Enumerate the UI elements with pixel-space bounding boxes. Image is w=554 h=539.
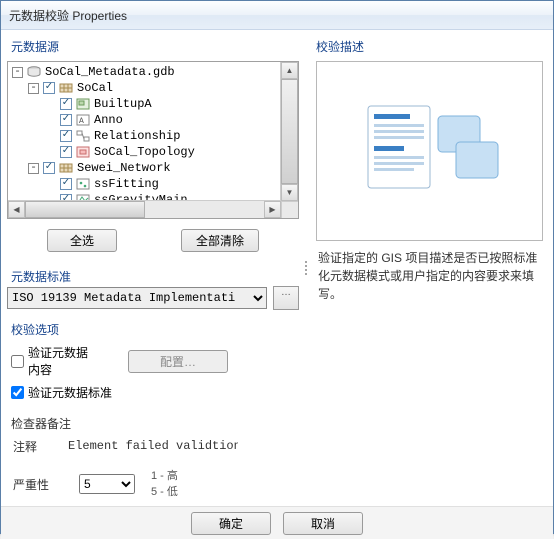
dialog-window: 元数据校验 Properties 元数据源 - SoCal_Metadata.g… bbox=[0, 0, 554, 534]
tree-label: SoCal bbox=[77, 80, 113, 96]
expand-icon[interactable]: - bbox=[12, 67, 23, 78]
tree-node-item[interactable]: ✓ BuiltupA bbox=[12, 96, 296, 112]
right-pane: 校验描述 验证指定的 GIS 项目描述是否已按照标准化元数据模式或用户指定的内容… bbox=[312, 36, 547, 500]
vertical-scrollbar[interactable]: ▲ ▼ bbox=[280, 62, 298, 201]
tree-node-group[interactable]: - ✓ SoCal bbox=[12, 80, 296, 96]
point-fc-icon bbox=[76, 177, 90, 191]
titlebar[interactable]: 元数据校验 Properties bbox=[1, 1, 553, 30]
geodatabase-icon bbox=[27, 65, 41, 79]
checkbox[interactable]: ✓ bbox=[60, 130, 72, 142]
severity-select[interactable]: 5 bbox=[79, 474, 135, 494]
content-area: 元数据源 - SoCal_Metadata.gdb - ✓ SoCal bbox=[1, 30, 553, 506]
standard-more-button[interactable]: … bbox=[273, 286, 299, 310]
tree-node-item[interactable]: ✓ SoCal_Topology bbox=[12, 144, 296, 160]
scroll-right-icon[interactable]: ▶ bbox=[264, 201, 281, 218]
select-all-button[interactable]: 全选 bbox=[47, 229, 117, 252]
description-preview bbox=[316, 61, 543, 241]
ok-button[interactable]: 确定 bbox=[191, 512, 271, 535]
inspector-title: 检查器备注 bbox=[11, 415, 299, 432]
annotation-input[interactable] bbox=[63, 436, 243, 456]
severity-legend: 1 - 高 5 - 低 bbox=[151, 468, 178, 500]
checkbox[interactable]: ✓ bbox=[60, 178, 72, 190]
tree-label: Relationship bbox=[94, 128, 180, 144]
validate-content-label: 验证元数据 内容 bbox=[28, 344, 88, 378]
tree-node-group[interactable]: - ✓ Sewei_Network bbox=[12, 160, 296, 176]
left-pane: 元数据源 - SoCal_Metadata.gdb - ✓ SoCal bbox=[7, 36, 299, 500]
scroll-thumb[interactable] bbox=[25, 201, 145, 218]
checkbox[interactable]: ✓ bbox=[60, 114, 72, 126]
tree-label: BuiltupA bbox=[94, 96, 152, 112]
tree-node-item[interactable]: ✓ ssFitting bbox=[12, 176, 296, 192]
configure-button: 配置… bbox=[128, 350, 228, 373]
severity-label: 严重性 bbox=[13, 476, 63, 493]
dataset-icon bbox=[59, 161, 73, 175]
severity-row: 严重性 5 1 - 高 5 - 低 bbox=[7, 468, 299, 500]
relationship-icon bbox=[76, 129, 90, 143]
metadata-standard-select[interactable]: ISO 19139 Metadata Implementati bbox=[7, 287, 267, 309]
pane-splitter[interactable] bbox=[303, 36, 308, 500]
annotation-icon: A bbox=[76, 113, 90, 127]
annotation-label: 注释 bbox=[13, 438, 63, 455]
expand-icon[interactable]: - bbox=[28, 83, 39, 94]
tree-label: ssFitting bbox=[94, 176, 159, 192]
svg-text:A: A bbox=[79, 117, 84, 126]
preview-illustration-icon bbox=[360, 96, 500, 206]
validation-description-text: 验证指定的 GIS 项目描述是否已按照标准化元数据模式或用户指定的内容要求来填写… bbox=[312, 249, 547, 303]
tree-node-root[interactable]: - SoCal_Metadata.gdb bbox=[12, 64, 296, 80]
tree-container: - SoCal_Metadata.gdb - ✓ SoCal ✓ Builtup… bbox=[7, 61, 299, 219]
scroll-down-icon[interactable]: ▼ bbox=[281, 184, 298, 201]
scroll-thumb[interactable] bbox=[281, 79, 298, 184]
standard-row: ISO 19139 Metadata Implementati … bbox=[7, 287, 299, 309]
checkbox[interactable]: ✓ bbox=[43, 82, 55, 94]
validate-schema-label: 验证元数据标准 bbox=[28, 384, 112, 401]
validation-description-title: 校验描述 bbox=[316, 38, 547, 55]
title-text: 元数据校验 Properties bbox=[9, 7, 127, 24]
checkbox[interactable]: ✓ bbox=[43, 162, 55, 174]
bottom-bar: 确定 取消 bbox=[1, 506, 553, 539]
cancel-button[interactable]: 取消 bbox=[283, 512, 363, 535]
tree-label: SoCal_Topology bbox=[94, 144, 195, 160]
tree-label: SoCal_Metadata.gdb bbox=[45, 64, 175, 80]
validate-schema-checkbox[interactable]: 验证元数据标准 bbox=[11, 384, 112, 401]
tree-node-item[interactable]: ✓ Relationship bbox=[12, 128, 296, 144]
tree-button-row: 全选 全部清除 bbox=[7, 223, 299, 256]
clear-all-button[interactable]: 全部清除 bbox=[181, 229, 259, 252]
checkbox[interactable]: ✓ bbox=[60, 98, 72, 110]
metadata-source-title: 元数据源 bbox=[11, 38, 299, 55]
validation-options-title: 校验选项 bbox=[11, 321, 299, 338]
scroll-up-icon[interactable]: ▲ bbox=[281, 62, 298, 79]
tree-label: Anno bbox=[94, 112, 123, 128]
polygon-fc-icon bbox=[76, 97, 90, 111]
metadata-tree[interactable]: - SoCal_Metadata.gdb - ✓ SoCal ✓ Builtup… bbox=[8, 62, 298, 205]
expand-icon[interactable]: - bbox=[28, 163, 39, 174]
tree-label: Sewei_Network bbox=[77, 160, 171, 176]
validate-content-checkbox[interactable]: 验证元数据 内容 bbox=[11, 344, 88, 378]
topology-icon bbox=[76, 145, 90, 159]
scrollbar-corner bbox=[281, 201, 298, 218]
scroll-left-icon[interactable]: ◀ bbox=[8, 201, 25, 218]
validate-content-row: 验证元数据 内容 配置… bbox=[7, 340, 299, 382]
dataset-icon bbox=[59, 81, 73, 95]
horizontal-scrollbar[interactable]: ◀ ▶ bbox=[8, 200, 281, 218]
checkbox[interactable]: ✓ bbox=[60, 146, 72, 158]
metadata-standard-title: 元数据标准 bbox=[11, 268, 299, 285]
tree-node-item[interactable]: ✓ A Anno bbox=[12, 112, 296, 128]
